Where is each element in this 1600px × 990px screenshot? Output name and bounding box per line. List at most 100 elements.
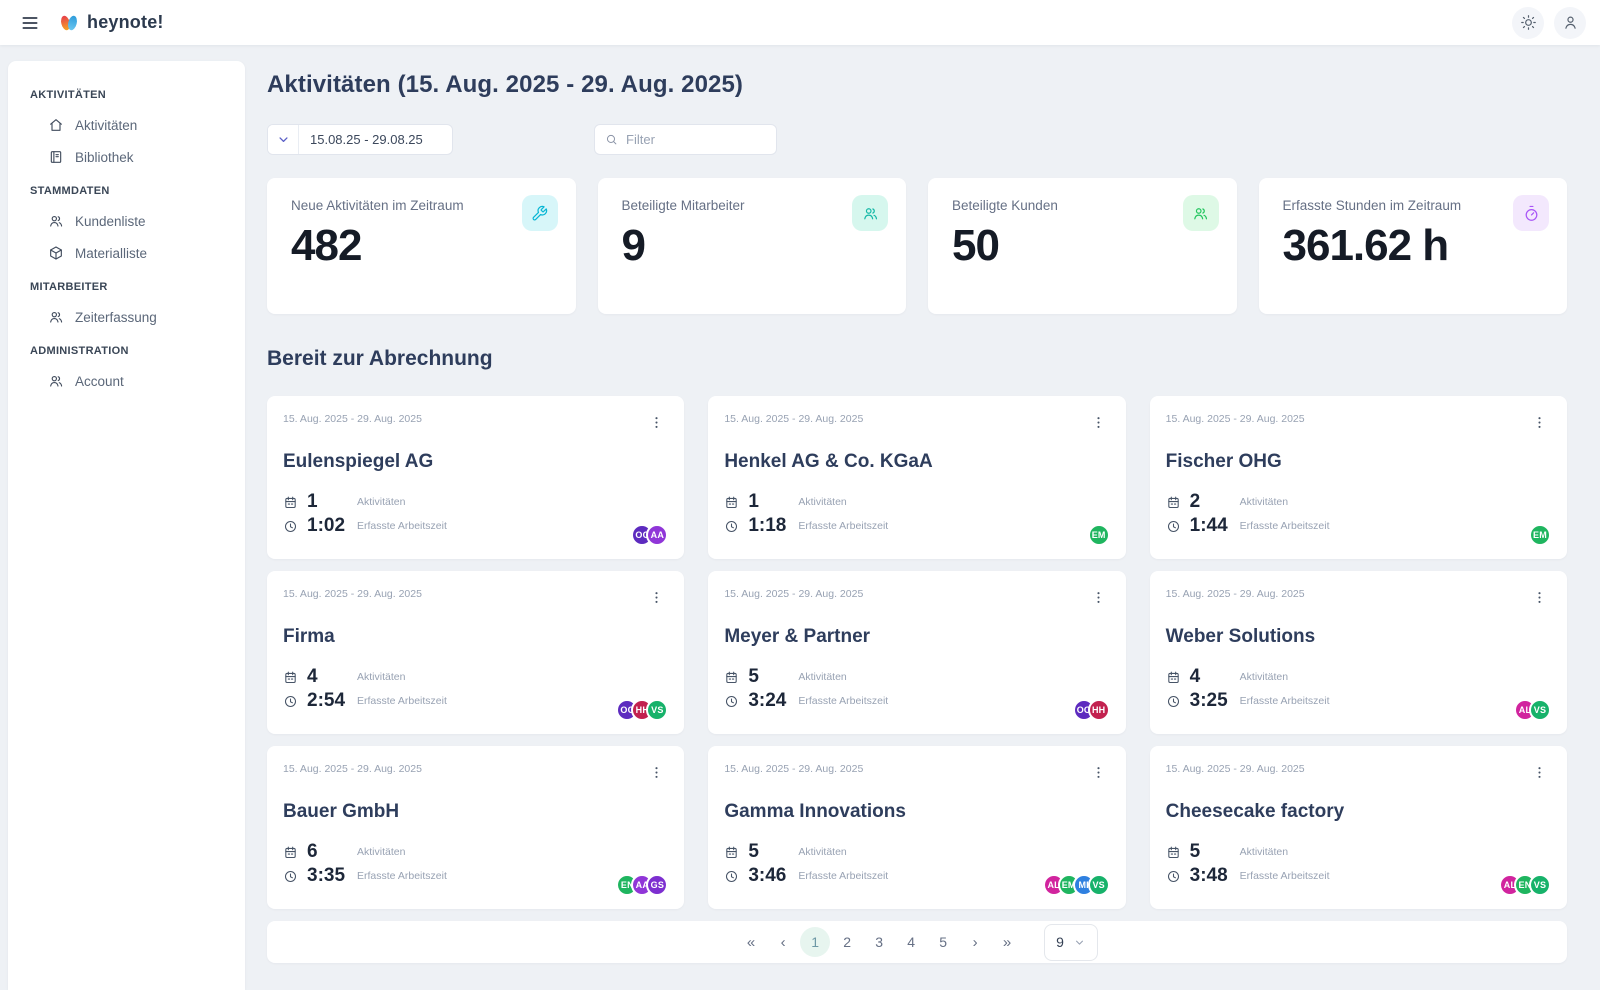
- nav-section-administration: ADMINISTRATION: [8, 333, 245, 365]
- card-stats: 5 Aktivitäten 3:24 Erfasste Arbeitszeit: [724, 665, 1109, 713]
- customer-name[interactable]: Meyer & Partner: [724, 626, 1109, 648]
- avatar-group: ALEMMIVS: [1050, 874, 1110, 896]
- chevron-down-icon: [1073, 936, 1086, 949]
- card-menu-button[interactable]: [1087, 409, 1110, 436]
- avatar[interactable]: VS: [646, 699, 668, 721]
- sidebar-item-label: Materialliste: [75, 246, 147, 261]
- page-button-5[interactable]: 5: [928, 927, 958, 957]
- kebab-icon: [1091, 765, 1106, 780]
- avatar[interactable]: HH: [1088, 699, 1110, 721]
- card-menu-button[interactable]: [645, 584, 668, 611]
- card-stats: 1 Aktivitäten 1:18 Erfasste Arbeitszeit: [724, 490, 1109, 538]
- stat-value: 9: [622, 221, 883, 271]
- customer-name[interactable]: Eulenspiegel AG: [283, 451, 668, 473]
- card-stats: 1 Aktivitäten 1:02 Erfasste Arbeitszeit: [283, 490, 668, 538]
- stat-value: 361.62 h: [1283, 221, 1544, 271]
- card-menu-button[interactable]: [1087, 584, 1110, 611]
- card-time-value: 1:18: [748, 515, 798, 537]
- card-activities-count: 5: [1190, 841, 1240, 863]
- card-menu-button[interactable]: [645, 759, 668, 786]
- customer-name[interactable]: Firma: [283, 626, 668, 648]
- avatar[interactable]: VS: [1529, 874, 1551, 896]
- controls-row: 15.08.25 - 29.08.25: [267, 124, 1567, 155]
- sidebar-item-kundenliste[interactable]: Kundenliste: [8, 205, 245, 237]
- avatar[interactable]: EM: [1088, 524, 1110, 546]
- card-time-value: 3:25: [1190, 690, 1240, 712]
- customer-name[interactable]: Weber Solutions: [1166, 626, 1551, 648]
- sidebar-item-materialliste[interactable]: Materialliste: [8, 237, 245, 269]
- stat-card: Neue Aktivitäten im Zeitraum 482: [267, 178, 576, 314]
- page-button-2[interactable]: 2: [832, 927, 862, 957]
- card-time-value: 1:44: [1190, 515, 1240, 537]
- avatar[interactable]: EM: [1529, 524, 1551, 546]
- page-button-3[interactable]: 3: [864, 927, 894, 957]
- avatar-group: ALVS: [1521, 699, 1551, 721]
- card-header: 15. Aug. 2025 - 29. Aug. 2025: [283, 759, 668, 786]
- date-range-value[interactable]: 15.08.25 - 29.08.25: [299, 125, 423, 154]
- card-time-label: Erfasste Arbeitszeit: [1240, 520, 1330, 532]
- avatar[interactable]: GS: [646, 874, 668, 896]
- card-stats: 6 Aktivitäten 3:35 Erfasste Arbeitszeit: [283, 840, 668, 888]
- page-button-1[interactable]: 1: [800, 927, 830, 957]
- nav-section-stammdaten: STAMMDATEN: [8, 173, 245, 205]
- next-page-button[interactable]: ›: [960, 927, 990, 957]
- clock-icon: [283, 519, 298, 534]
- page-button-4[interactable]: 4: [896, 927, 926, 957]
- card-activities-count: 5: [748, 841, 798, 863]
- date-range-picker[interactable]: 15.08.25 - 29.08.25: [267, 124, 453, 155]
- card-menu-button[interactable]: [1087, 759, 1110, 786]
- sidebar-item-account[interactable]: Account: [8, 365, 245, 397]
- avatar[interactable]: AA: [646, 524, 668, 546]
- avatar[interactable]: VS: [1088, 874, 1110, 896]
- card-menu-button[interactable]: [1528, 584, 1551, 611]
- calendar-icon: [1166, 845, 1181, 860]
- app-header: heynote!: [0, 0, 1600, 45]
- sidebar-item-bibliothek[interactable]: Bibliothek: [8, 141, 245, 173]
- card-activities-label: Aktivitäten: [798, 671, 846, 683]
- account-button[interactable]: [1554, 7, 1586, 39]
- clock-icon: [283, 694, 298, 709]
- first-page-button[interactable]: «: [736, 927, 766, 957]
- prev-page-button[interactable]: ‹: [768, 927, 798, 957]
- customer-name[interactable]: Fischer OHG: [1166, 451, 1551, 473]
- avatar-group: OCAA: [638, 524, 668, 546]
- users-icon: [1183, 195, 1219, 231]
- card-date-range: 15. Aug. 2025 - 29. Aug. 2025: [1166, 409, 1305, 425]
- card-time-value: 3:48: [1190, 865, 1240, 887]
- stat-card: Beteiligte Kunden 50: [928, 178, 1237, 314]
- card-time-label: Erfasste Arbeitszeit: [357, 695, 447, 707]
- card-activities-label: Aktivitäten: [357, 671, 405, 683]
- customer-card: 15. Aug. 2025 - 29. Aug. 2025 Firma 4 Ak…: [267, 571, 684, 734]
- card-header: 15. Aug. 2025 - 29. Aug. 2025: [724, 409, 1109, 436]
- card-activities-label: Aktivitäten: [357, 496, 405, 508]
- card-menu-button[interactable]: [1528, 759, 1551, 786]
- card-time-label: Erfasste Arbeitszeit: [1240, 695, 1330, 707]
- date-picker-toggle[interactable]: [268, 125, 299, 154]
- customer-name[interactable]: Cheesecake factory: [1166, 801, 1551, 823]
- customer-name[interactable]: Bauer GmbH: [283, 801, 668, 823]
- customer-name[interactable]: Henkel AG & Co. KGaA: [724, 451, 1109, 473]
- hamburger-menu-button[interactable]: [14, 7, 46, 39]
- clock-icon: [724, 869, 739, 884]
- theme-toggle-button[interactable]: [1512, 7, 1544, 39]
- kebab-icon: [1532, 415, 1547, 430]
- sidebar-item-aktivitaeten[interactable]: Aktivitäten: [8, 109, 245, 141]
- clock-icon: [1166, 869, 1181, 884]
- card-activities-count: 4: [307, 666, 357, 688]
- app-logo[interactable]: heynote!: [58, 12, 164, 34]
- sidebar-item-zeiterfassung[interactable]: Zeiterfassung: [8, 301, 245, 333]
- avatar[interactable]: VS: [1529, 699, 1551, 721]
- users-icon: [48, 373, 64, 389]
- card-menu-button[interactable]: [1528, 409, 1551, 436]
- filter-input[interactable]: [626, 132, 766, 147]
- customer-name[interactable]: Gamma Innovations: [724, 801, 1109, 823]
- pagination-bar: « ‹ 1 2 3 4 5 › » 9: [267, 921, 1567, 963]
- page-size-select[interactable]: 9: [1044, 924, 1098, 961]
- last-page-button[interactable]: »: [992, 927, 1022, 957]
- time-row: 1:18 Erfasste Arbeitszeit: [724, 514, 1109, 538]
- card-time-value: 3:46: [748, 865, 798, 887]
- users-icon: [48, 213, 64, 229]
- card-menu-button[interactable]: [645, 409, 668, 436]
- customer-card: 15. Aug. 2025 - 29. Aug. 2025 Weber Solu…: [1150, 571, 1567, 734]
- calendar-icon: [283, 845, 298, 860]
